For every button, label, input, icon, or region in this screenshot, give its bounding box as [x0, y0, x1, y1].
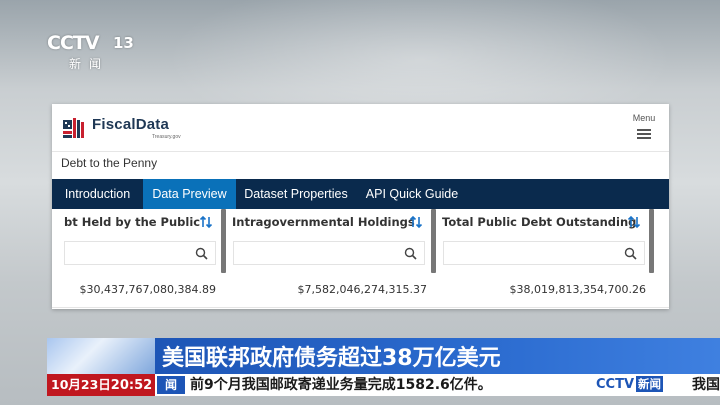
- sort-icon[interactable]: [409, 215, 423, 229]
- tab-api-quick-guide[interactable]: API Quick Guide: [356, 179, 468, 209]
- filter-input-total-public-debt[interactable]: [443, 241, 645, 265]
- ticker-date-text: 10月23日: [51, 377, 111, 392]
- search-icon[interactable]: [195, 247, 208, 260]
- ticker-logo: CCTV 新闻: [596, 374, 664, 396]
- broadcaster-logo-mark: CCTV: [47, 32, 100, 54]
- cell-total-public-debt: $38,019,813,354,700.26: [509, 283, 646, 296]
- site-header: FiscalData Treasury.gov Menu: [52, 104, 669, 152]
- filter-field[interactable]: [65, 242, 215, 264]
- ticker-date: 10月23日20:52: [47, 374, 155, 396]
- brand-subtitle: Treasury.gov: [152, 134, 181, 140]
- ticker-label: 闻: [157, 376, 185, 394]
- menu-button[interactable]: Menu: [626, 112, 662, 144]
- dataset-tabs: Introduction Data Preview Dataset Proper…: [52, 179, 669, 209]
- column-header-intragovernmental-holdings[interactable]: Intragovernmental Holdings: [232, 209, 432, 235]
- ticker-time: 20:52: [110, 378, 153, 393]
- sort-icon[interactable]: [627, 215, 641, 229]
- column-header-label: Intragovernmental Holdings: [232, 215, 415, 229]
- channel-number: 13: [113, 34, 134, 52]
- headline-graphic: [47, 338, 155, 374]
- search-icon[interactable]: [624, 247, 637, 260]
- menu-label: Menu: [632, 113, 656, 123]
- row-divider: [52, 307, 669, 308]
- column-header-label: bt Held by the Public: [64, 215, 201, 229]
- flag-logo-icon: [63, 118, 84, 138]
- cell-intragovernmental-holdings: $7,582,046,274,315.37: [297, 283, 427, 296]
- ticker-text: 前9个月我国邮政寄递业务量完成1582.6亿件。: [190, 377, 492, 393]
- column-header-label: Total Public Debt Outstanding: [442, 215, 637, 229]
- headline-text: 美国联邦政府债务超过38万亿美元: [162, 346, 501, 371]
- ticker-logo-news: 新闻: [636, 376, 664, 392]
- column-divider[interactable]: [649, 209, 654, 273]
- broadcaster-logo-sub: 新闻: [69, 57, 110, 71]
- column-header-debt-held-by-public[interactable]: bt Held by the Public: [52, 209, 222, 235]
- search-icon[interactable]: [404, 247, 417, 260]
- cell-debt-held-by-public: $30,437,767,080,384.89: [79, 283, 216, 296]
- filter-field[interactable]: [444, 242, 644, 264]
- dataset-breadcrumb[interactable]: Debt to the Penny: [61, 156, 157, 170]
- fiscaldata-page: FiscalData Treasury.gov Menu Debt to the…: [52, 104, 669, 309]
- filter-field[interactable]: [234, 242, 424, 264]
- column-divider[interactable]: [221, 209, 226, 273]
- tab-dataset-properties[interactable]: Dataset Properties: [236, 179, 356, 209]
- filter-input-intragovernmental-holdings[interactable]: [233, 241, 425, 265]
- tab-data-preview[interactable]: Data Preview: [143, 179, 236, 209]
- tab-introduction[interactable]: Introduction: [52, 179, 143, 209]
- hamburger-icon: [637, 129, 651, 140]
- site-logo[interactable]: FiscalData Treasury.gov: [61, 112, 231, 144]
- sort-icon[interactable]: [199, 215, 213, 229]
- broadcaster-logo: CCTV 13 新闻: [47, 32, 147, 76]
- ticker-logo-mark: CCTV: [596, 377, 635, 392]
- data-preview-table: bt Held by the Public $30,437,767,080,38…: [52, 209, 669, 309]
- ticker-tail-text: 我国: [692, 377, 720, 393]
- brand-name: FiscalData: [92, 116, 170, 133]
- column-divider[interactable]: [431, 209, 436, 273]
- filter-input-debt-held-by-public[interactable]: [64, 241, 216, 265]
